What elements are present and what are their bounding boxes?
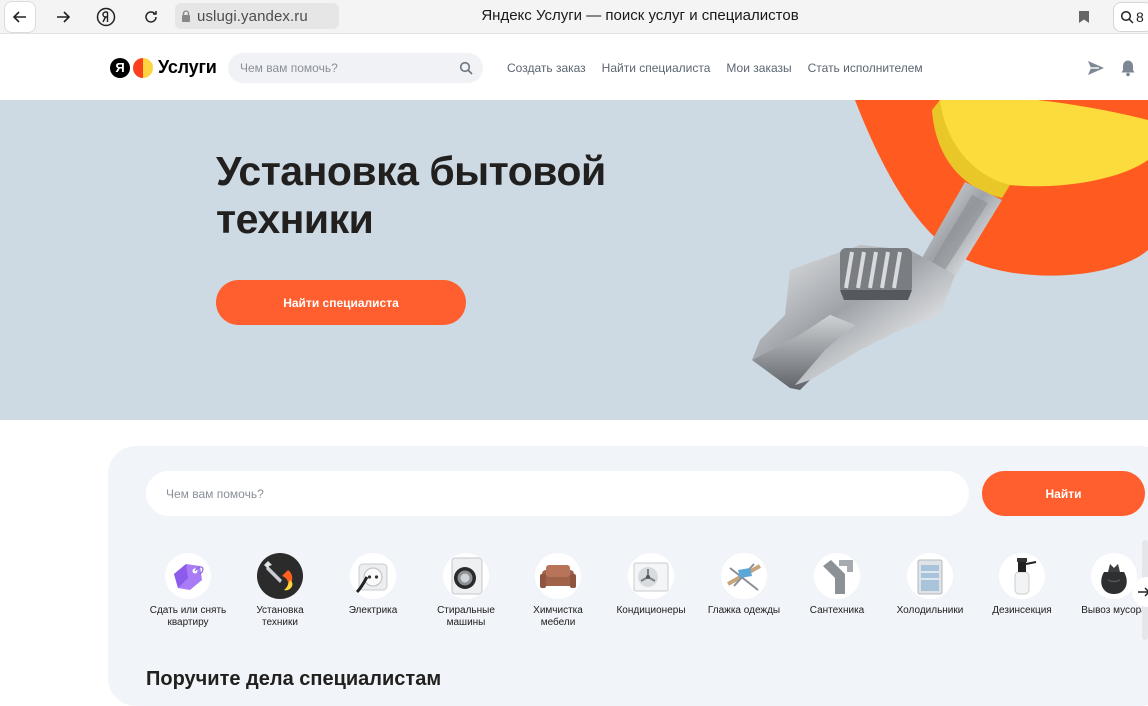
forward-button[interactable] <box>47 1 79 33</box>
wrench-icon <box>257 553 303 599</box>
category-item-fridges[interactable]: Холодильники <box>882 553 978 617</box>
category-label: Глажка одежды <box>707 605 781 616</box>
pipe-icon <box>814 553 860 599</box>
category-label: Химчистка мебели <box>533 605 583 628</box>
section-title: Поручите дела специалистам <box>146 668 442 690</box>
category-item-furniture-cleaning[interactable]: Химчистка мебели <box>510 553 606 629</box>
hero-banner: Установка бытовой техники Найти специали… <box>0 100 1148 420</box>
category-item-air-conditioners[interactable]: Кондиционеры <box>603 553 699 617</box>
main-nav: Создать заказ Найти специалиста Мои зака… <box>507 61 923 75</box>
category-item-disinsection[interactable]: Дезинсекция <box>974 553 1070 617</box>
arrow-left-icon <box>12 11 26 23</box>
bookmark-icon <box>1079 11 1089 23</box>
category-item-washing-machines[interactable]: Стиральные машины <box>418 553 514 629</box>
category-item-ironing[interactable]: Глажка одежды <box>696 553 792 617</box>
back-button[interactable] <box>4 1 36 33</box>
send-icon <box>1088 61 1104 75</box>
logo-text: Услуги <box>158 57 217 77</box>
hero-find-specialist-button[interactable]: Найти специалиста <box>216 280 466 325</box>
arrow-right-icon <box>1138 587 1148 597</box>
main-search-input[interactable] <box>166 486 949 501</box>
header-search-input[interactable] <box>240 61 459 75</box>
browser-toolbar: uslugi.yandex.ru Яндекс Услуги — поиск у… <box>0 0 1148 34</box>
main-search <box>146 471 969 516</box>
url-text: uslugi.yandex.ru <box>197 7 308 25</box>
search-icon <box>1120 10 1134 24</box>
arrow-right-icon <box>57 11 71 23</box>
yandex-home-button[interactable] <box>90 1 122 33</box>
iron-icon <box>721 553 767 599</box>
washing-machine-icon <box>443 553 489 599</box>
category-list: Сдать или снять квартиру Установка техни… <box>140 553 1148 633</box>
category-label: Стиральные машины <box>437 605 495 628</box>
messages-button[interactable] <box>1086 58 1106 78</box>
category-item-appliance-install[interactable]: Установка техники <box>232 553 328 629</box>
address-bar[interactable]: uslugi.yandex.ru <box>175 3 339 29</box>
hero-title: Установка бытовой техники <box>216 148 606 242</box>
category-label: Дезинсекция <box>992 605 1052 616</box>
wrench-illustration <box>752 100 1148 390</box>
sofa-icon <box>535 553 581 599</box>
site-header: Я Услуги Создать заказ Найти специалиста… <box>0 35 1148 100</box>
lock-icon <box>175 10 197 22</box>
search-zoom-button[interactable]: 8 <box>1113 2 1148 32</box>
bookmark-button[interactable] <box>1072 5 1096 29</box>
category-item-plumbing[interactable]: Сантехника <box>789 553 885 617</box>
category-label: Установка техники <box>256 605 304 628</box>
category-item-electrics[interactable]: Электрика <box>325 553 421 617</box>
nav-create-order[interactable]: Создать заказ <box>507 61 586 75</box>
category-label: Сантехника <box>809 605 865 616</box>
sprayer-icon <box>999 553 1045 599</box>
notifications-button[interactable] <box>1118 58 1138 78</box>
air-conditioner-icon <box>628 553 674 599</box>
logo[interactable]: Я Услуги <box>110 57 217 78</box>
reload-icon <box>145 11 157 23</box>
bell-icon <box>1121 60 1135 77</box>
category-label: Холодильники <box>896 605 964 616</box>
logo-ya-icon: Я <box>110 57 130 78</box>
nav-find-specialist[interactable]: Найти специалиста <box>602 61 711 75</box>
reload-button[interactable] <box>135 1 167 33</box>
main-find-button[interactable]: Найти <box>982 471 1145 516</box>
zoom-label: 8 <box>1136 9 1144 25</box>
category-label: Электрика <box>348 605 398 616</box>
category-label: Кондиционеры <box>616 605 686 616</box>
socket-icon <box>350 553 396 599</box>
search-icon[interactable] <box>459 61 473 75</box>
fridge-icon <box>907 553 953 599</box>
category-item-rent[interactable]: Сдать или снять квартиру <box>140 553 236 629</box>
logo-circle-icon <box>133 57 153 78</box>
trash-bag-icon <box>1091 553 1137 599</box>
tab-title: Яндекс Услуги — поиск услуг и специалист… <box>481 7 799 24</box>
tag-icon <box>165 553 211 599</box>
header-search <box>228 53 483 83</box>
category-label: Вывоз мусора <box>1081 605 1147 616</box>
category-label: Сдать или снять квартиру <box>149 605 227 628</box>
yandex-logo-icon <box>96 7 116 27</box>
nav-my-orders[interactable]: Мои заказы <box>726 61 791 75</box>
nav-become-performer[interactable]: Стать исполнителем <box>808 61 923 75</box>
